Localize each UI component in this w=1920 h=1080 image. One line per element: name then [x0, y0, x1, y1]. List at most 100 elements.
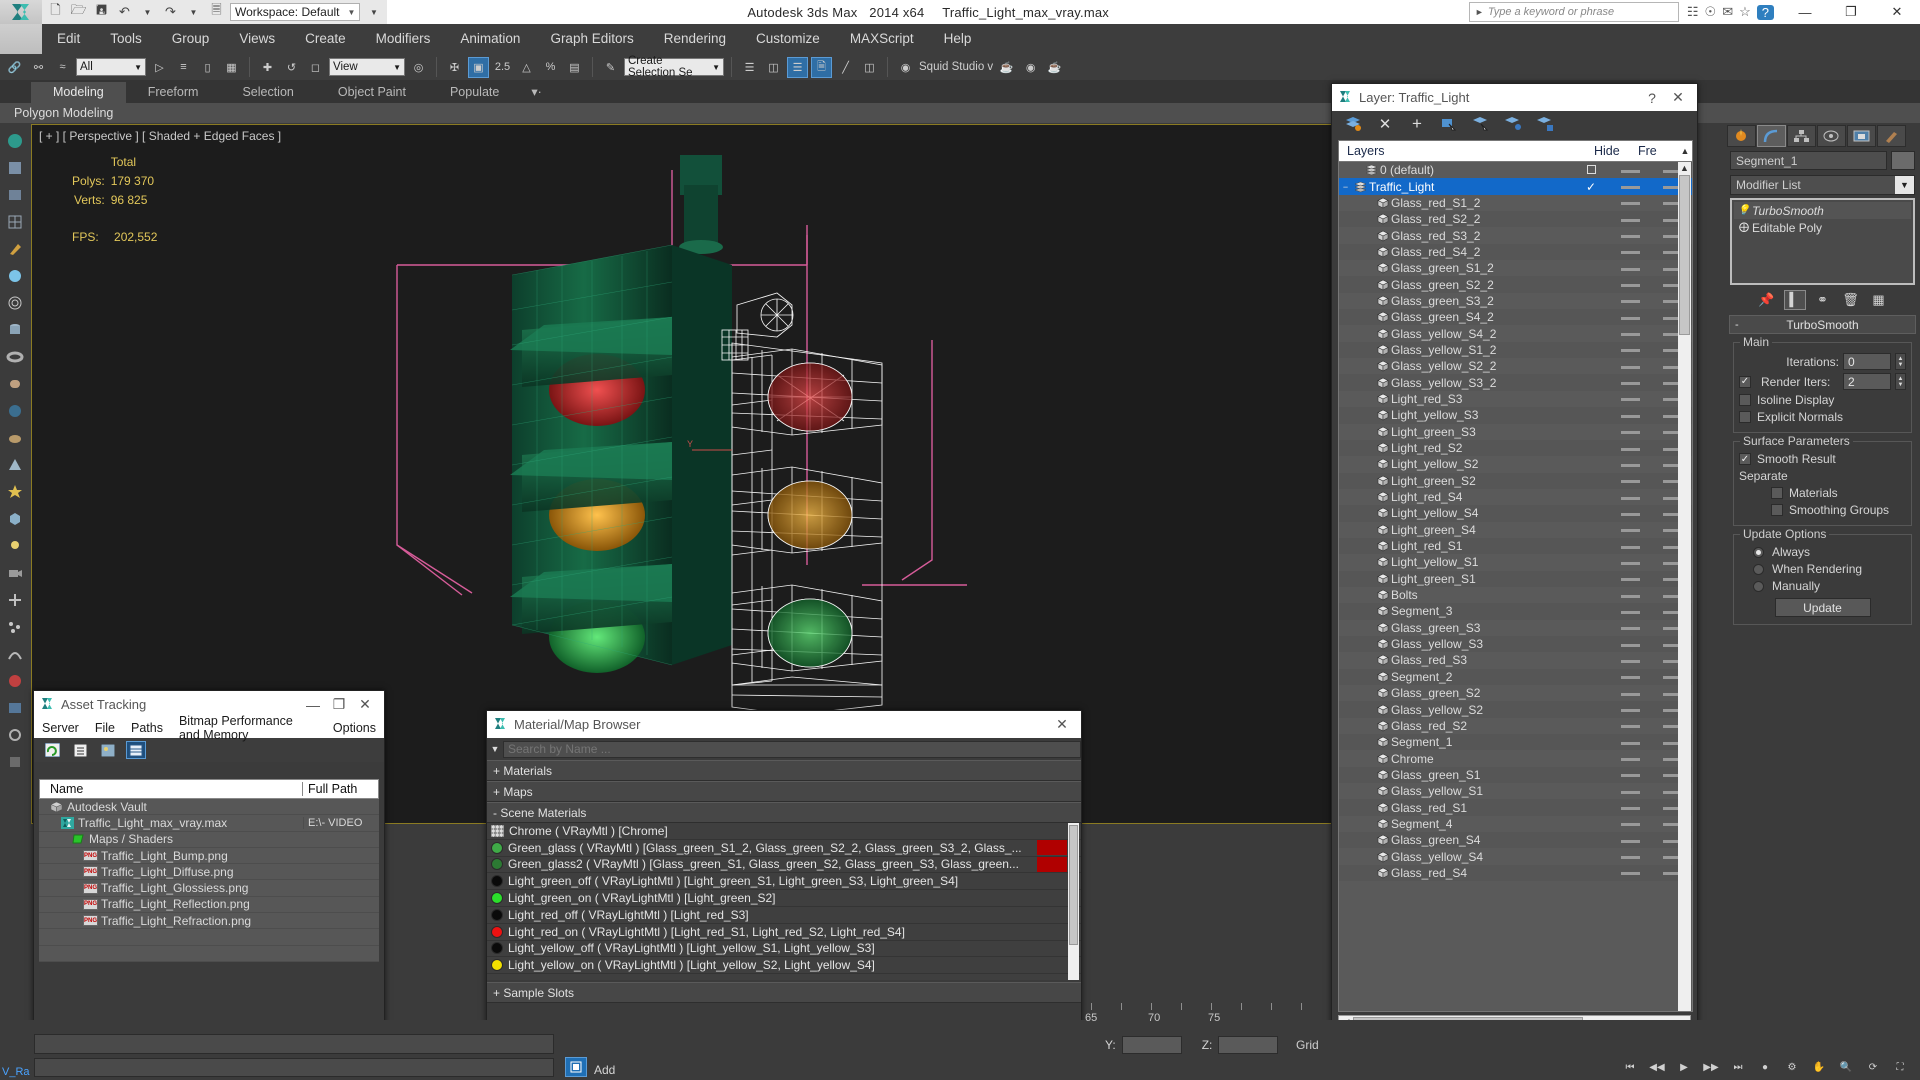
layer-hide-cell[interactable]: ▬▬	[1608, 688, 1652, 699]
layer-list-vertical-scrollbar[interactable]: ▲	[1678, 162, 1691, 1011]
asset-menu-options[interactable]: Options	[325, 721, 384, 735]
scene-explorer-icon[interactable]: 🗎	[811, 56, 832, 78]
layer-hide-cell[interactable]: ▬▬	[1608, 361, 1652, 372]
select-and-manipulate-icon[interactable]: ✠	[444, 57, 465, 78]
tab-object-paint[interactable]: Object Paint	[316, 82, 428, 103]
workspace-selector[interactable]: Workspace: Default ▼	[230, 3, 361, 21]
select-highlighted-objects-icon[interactable]	[1470, 114, 1492, 134]
group-sample-slots[interactable]: + Sample Slots	[487, 982, 1081, 1003]
layer-expander-icon[interactable]: −	[1339, 182, 1352, 192]
manually-radio[interactable]	[1753, 580, 1764, 592]
add-to-layer-icon[interactable]: +	[1406, 114, 1428, 134]
layer-row[interactable]: Glass_red_S1 ▬▬ ▬▬	[1339, 799, 1692, 816]
layer-hide-cell[interactable]: ▬▬	[1608, 590, 1652, 601]
layer-row[interactable]: Glass_red_S2_2 ▬▬ ▬▬	[1339, 211, 1692, 228]
layer-row[interactable]: Glass_green_S3_2 ▬▬ ▬▬	[1339, 293, 1692, 309]
layer-hide-cell[interactable]: ▬▬	[1608, 328, 1652, 339]
asset-row[interactable]: PNG Traffic_Light_Glossiess.png	[39, 880, 379, 897]
delete-layer-icon[interactable]: ✕	[1374, 114, 1396, 134]
thumbnail-view-icon[interactable]	[98, 741, 118, 759]
isoline-display-checkbox[interactable]	[1739, 394, 1751, 406]
menu-item-rendering[interactable]: Rendering	[649, 24, 741, 54]
y-coord-field[interactable]	[1121, 1036, 1182, 1054]
layer-row[interactable]: Light_yellow_S2 ▬▬ ▬▬	[1339, 456, 1692, 472]
layer-row[interactable]: Glass_green_S4_2 ▬▬ ▬▬	[1339, 309, 1692, 326]
layer-hide-cell[interactable]: ▬▬	[1608, 263, 1652, 274]
smooth-result-row[interactable]: ✓ Smooth Result	[1739, 452, 1906, 466]
cone-icon[interactable]	[2, 452, 28, 478]
material-row[interactable]: Light_red_off ( VRayLightMtl ) [Light_re…	[487, 907, 1081, 924]
pin-stack-icon[interactable]: 📌	[1756, 290, 1778, 310]
menu-item-edit[interactable]: Edit	[42, 24, 95, 54]
layer-row[interactable]: Glass_green_S2 ▬▬ ▬▬	[1339, 685, 1692, 701]
orbit-icon[interactable]: ⟳	[1863, 1058, 1883, 1076]
explicit-normals-row[interactable]: Explicit Normals	[1739, 410, 1906, 424]
set-project-icon[interactable]: 🗏	[207, 2, 226, 22]
tab-freeform[interactable]: Freeform	[126, 82, 221, 103]
star-icon[interactable]	[2, 479, 28, 505]
group-materials[interactable]: + Materials	[487, 760, 1081, 781]
lightbulb-icon[interactable]: 💡	[1736, 205, 1752, 216]
configure-modifier-sets-icon[interactable]: ▦	[1868, 290, 1890, 310]
previous-frame-icon[interactable]: ◀◀	[1647, 1058, 1667, 1076]
layer-row[interactable]: Glass_yellow_S2 ▬▬ ▬▬	[1339, 701, 1692, 718]
select-and-link-icon[interactable]: 🔗	[4, 57, 25, 78]
light-icon[interactable]	[2, 533, 28, 559]
asset-row[interactable]: PNG Traffic_Light_Reflection.png	[39, 896, 379, 914]
chevron-down-icon[interactable]: ▼	[1895, 176, 1914, 194]
update-option-manually[interactable]: Manually	[1739, 579, 1906, 593]
mirror-icon[interactable]: ☰	[739, 57, 760, 78]
ribbon-overflow-icon[interactable]: ▾·	[521, 82, 551, 103]
layer-hide-cell[interactable]: ▬▬	[1608, 393, 1652, 404]
when-rendering-radio[interactable]	[1753, 563, 1764, 575]
layer-row[interactable]: Glass_yellow_S1_2 ▬▬ ▬▬	[1339, 341, 1692, 359]
asset-tracking-dialog[interactable]: Asset Tracking — ❐ ✕ Server File Paths B…	[33, 690, 385, 1072]
tab-motion[interactable]	[1817, 125, 1846, 147]
schematic-view-icon[interactable]: ◫	[859, 57, 880, 78]
layer-row[interactable]: Segment_1 ▬▬ ▬▬	[1339, 734, 1692, 751]
new-file-icon[interactable]: 🗋	[46, 2, 65, 22]
tab-modify[interactable]	[1757, 125, 1786, 147]
iterations-spinner[interactable]: ▲ ▼	[1895, 353, 1906, 370]
z-coord-field[interactable]	[1218, 1036, 1279, 1054]
scene-materials-list[interactable]: Chrome ( VRayMtl ) [Chrome] Green_glass (…	[487, 823, 1081, 980]
layer-row[interactable]: − Traffic_Light ✓ ▬▬ ▬▬	[1339, 178, 1692, 195]
separate-smoothing-groups-row[interactable]: Smoothing Groups	[1739, 503, 1906, 517]
layer-list[interactable]: 0 (default) ▬▬ ▬▬ − Traffic_Light ✓ ▬▬ ▬▬ Glass_…	[1338, 161, 1693, 1012]
search-expand-icon[interactable]: ►	[1475, 7, 1484, 17]
tab-populate[interactable]: Populate	[428, 82, 521, 103]
layer-hide-cell[interactable]: ▬▬	[1608, 867, 1652, 878]
app-logo-icon[interactable]	[0, 0, 42, 24]
tab-create[interactable]	[1727, 125, 1756, 147]
render-iters-checkbox[interactable]: ✓	[1739, 375, 1751, 388]
tab-hierarchy[interactable]	[1787, 125, 1816, 147]
material-row[interactable]: Light_yellow_off ( VRayLightMtl ) [Light…	[487, 941, 1081, 958]
update-button[interactable]: Update	[1774, 598, 1871, 617]
render-production-icon[interactable]: ☕	[1044, 57, 1065, 78]
layer-row[interactable]: Glass_red_S2 ▬▬ ▬▬	[1339, 718, 1692, 734]
list-view-icon[interactable]	[70, 741, 90, 759]
select-object-icon[interactable]: ▷	[149, 57, 170, 78]
layer-hide-cell[interactable]: ▬▬	[1608, 410, 1652, 421]
tab-selection[interactable]: Selection	[220, 82, 315, 103]
layer-row[interactable]: Light_yellow_S1 ▬▬ ▬▬	[1339, 554, 1692, 570]
layer-row[interactable]: Light_green_S3 ▬▬ ▬▬	[1339, 424, 1692, 440]
select-by-name-icon[interactable]: ≡	[173, 57, 194, 78]
subscription-icon[interactable]: ☉	[1705, 4, 1717, 20]
layer-hide-cell[interactable]: ▬▬	[1608, 818, 1652, 829]
undo-icon[interactable]: ↶	[115, 3, 134, 22]
layer-row[interactable]: Glass_yellow_S3 ▬▬ ▬▬	[1339, 635, 1692, 653]
asset-tracking-close-button[interactable]: ✕	[352, 693, 378, 717]
asset-menu-server[interactable]: Server	[34, 721, 87, 735]
grid-icon[interactable]	[2, 209, 28, 235]
asset-tracking-maximize-button[interactable]: ❐	[326, 693, 352, 717]
show-end-result-icon[interactable]: ▍	[1783, 290, 1806, 310]
window-crossing-icon[interactable]: ▦	[221, 57, 242, 78]
cylinder-icon[interactable]	[2, 317, 28, 343]
layer-hide-cell[interactable]: ▬▬	[1608, 459, 1652, 470]
layer-hide-cell[interactable]: ▬▬	[1608, 214, 1652, 225]
angle-snap-toggle-icon[interactable]: △	[516, 57, 537, 78]
layer-row[interactable]: Glass_red_S4_2 ▬▬ ▬▬	[1339, 243, 1692, 261]
layer-hide-cell[interactable]: ▬▬	[1608, 508, 1652, 519]
layer-hide-cell[interactable]: ▬▬	[1608, 720, 1652, 731]
